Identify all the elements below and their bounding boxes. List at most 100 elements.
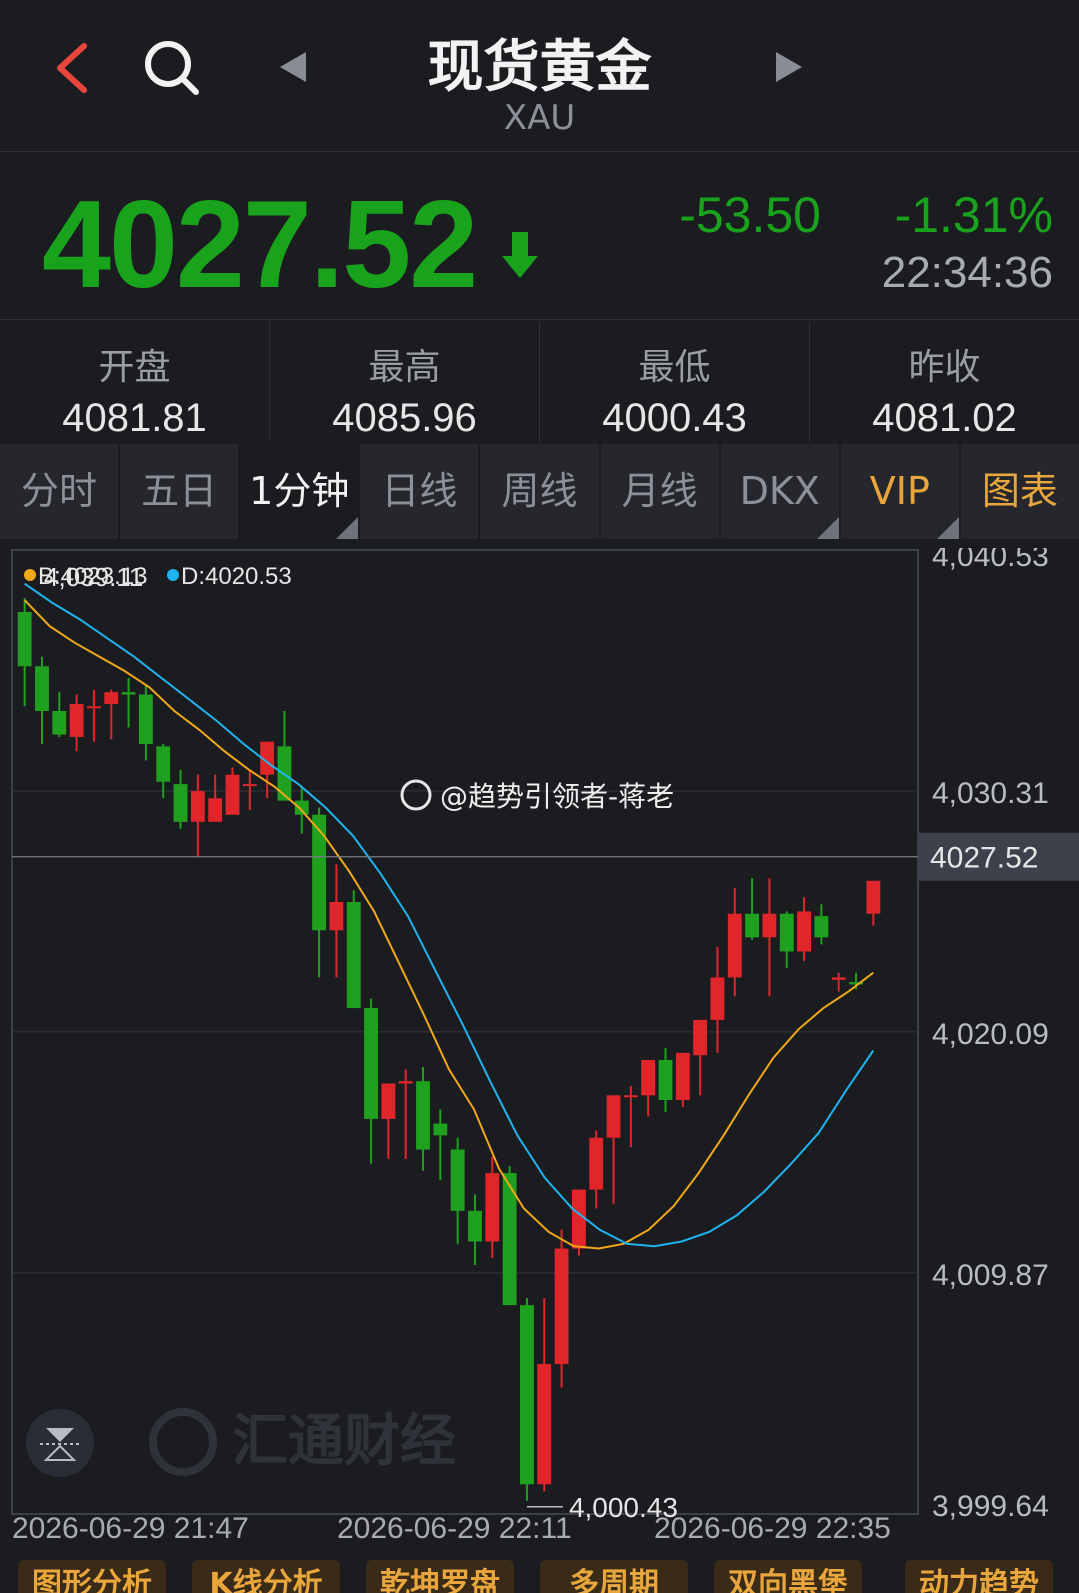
y-tick-label: 4,020.09 — [932, 1018, 1049, 1051]
candle-body — [17, 612, 32, 667]
candle-body — [121, 692, 136, 695]
logo-watermark: 汇通财经 — [232, 1409, 456, 1474]
candle-body — [797, 911, 811, 952]
dropdown-corner-icon — [816, 517, 839, 539]
legend-dot — [167, 569, 179, 581]
tab-label: 1分钟 — [249, 469, 350, 513]
candle-body — [329, 901, 344, 931]
candle-body — [468, 1210, 482, 1242]
stat-high: 最高 4085.96 — [270, 322, 540, 442]
candle-body — [520, 1305, 534, 1485]
tab-period[interactable]: 周线 — [480, 444, 601, 539]
tool-tab[interactable]: 双向黑堡 — [714, 1560, 862, 1593]
tab-period[interactable]: DKX — [721, 444, 841, 539]
tool-tab[interactable]: 多周期 — [540, 1560, 688, 1593]
candle-body — [762, 913, 777, 938]
candle-body — [675, 1052, 690, 1101]
candle-body — [208, 798, 223, 822]
candle-body — [485, 1173, 500, 1242]
candle-body — [156, 746, 171, 782]
tool-tab[interactable]: 乾坤罗盘 — [366, 1560, 514, 1593]
stat-open: 开盘 4081.81 — [0, 322, 270, 442]
candle-body — [138, 694, 153, 745]
candle-body — [416, 1081, 430, 1150]
tab-label: DKX — [739, 469, 820, 513]
stat-label: 最高 — [368, 347, 441, 388]
chart-svg[interactable]: 4,040.534,030.314,020.094,009.873,999.64… — [0, 540, 1079, 1558]
period-tabs: 分时 五日 1分钟 日线 周线 月线 DKX VIP 图表 — [0, 444, 1079, 539]
tab-label: 日线 — [381, 469, 458, 513]
next-symbol-icon[interactable] — [776, 52, 802, 82]
price-change-percent: -1.31% — [894, 187, 1053, 243]
tab-period[interactable]: 1分钟 — [240, 444, 361, 539]
candle-body — [623, 1095, 638, 1098]
legend-label: B:4023.13 — [38, 563, 147, 590]
candle-body — [225, 774, 240, 815]
tab-period[interactable]: 五日 — [120, 444, 241, 539]
candle-body — [294, 800, 309, 815]
tool-tab[interactable]: K线分析 — [192, 1560, 340, 1593]
candle-body — [433, 1123, 448, 1136]
stat-prev-close: 昨收 4081.02 — [810, 322, 1079, 442]
candle-body — [745, 913, 760, 938]
candle-body — [779, 913, 794, 952]
x-tick-label: 2026-06-29 22:35 — [654, 1512, 891, 1545]
tab-label: VIP — [869, 469, 930, 513]
tab-label: 分时 — [21, 469, 98, 513]
candle-body — [190, 791, 205, 822]
candle-body — [381, 1083, 396, 1119]
down-arrow-icon — [502, 232, 538, 278]
tool-tab[interactable]: 图形分析 — [18, 1560, 166, 1593]
stat-label: 最低 — [638, 347, 711, 388]
candle-body — [571, 1189, 586, 1249]
tab-period[interactable]: VIP — [841, 444, 961, 539]
candle-body — [398, 1081, 413, 1084]
candle-body — [693, 1019, 708, 1056]
tab-period[interactable]: 日线 — [360, 444, 481, 539]
x-tick-label: 2026-06-29 21:47 — [12, 1512, 249, 1545]
candle-body — [242, 784, 257, 787]
tab-period[interactable]: 月线 — [601, 444, 721, 539]
candle-body — [87, 706, 101, 709]
candle-body — [450, 1149, 465, 1211]
last-price: 4027.52 — [42, 176, 478, 314]
candle-body — [537, 1364, 552, 1485]
candle-body — [173, 784, 188, 822]
candle-body — [658, 1059, 673, 1101]
price-change: -53.50 — [679, 187, 821, 243]
stat-label: 昨收 — [908, 347, 981, 388]
page-title: 现货黄金 — [427, 35, 652, 100]
tab-period[interactable]: 分时 — [0, 444, 121, 539]
current-price-label: 4027.52 — [930, 842, 1038, 875]
kline-chart[interactable]: 4,040.53 4,030.31 4,020.09 4,009.87 3,999.64… — [0, 540, 1079, 1558]
header: 现货黄金 XAU — [0, 0, 1079, 152]
candle-body — [104, 692, 119, 704]
candle-body — [727, 913, 742, 978]
candle-body — [831, 977, 846, 980]
legend-label: D:4020.53 — [181, 563, 292, 590]
dropdown-corner-icon — [936, 517, 959, 539]
tab-label: 图表 — [981, 469, 1058, 513]
stat-value: 4000.43 — [602, 396, 747, 440]
x-tick-label: 2026-06-29 22:11 — [337, 1512, 572, 1545]
candle-body — [589, 1137, 604, 1190]
candle-body — [69, 703, 84, 737]
tab-period[interactable]: 图表 — [961, 444, 1079, 539]
y-tick-label: 4,040.53 — [932, 548, 1049, 573]
stat-low: 最低 4000.43 — [540, 322, 810, 442]
stat-value: 4081.02 — [872, 396, 1017, 440]
candle-body — [312, 814, 327, 931]
stat-value: 4085.96 — [332, 396, 477, 440]
candle-body — [346, 901, 361, 1009]
tab-label: 五日 — [141, 469, 218, 513]
candle-body — [35, 666, 49, 712]
tool-tab[interactable]: 动力趋势 — [905, 1560, 1053, 1593]
legend-dot — [24, 569, 36, 581]
candle-body — [364, 1008, 378, 1119]
weibo-watermark: @趋势引领者-蒋老 — [440, 780, 674, 813]
logo-watermark-icon — [149, 1408, 217, 1476]
tab-label: 月线 — [621, 469, 698, 513]
candle-body — [641, 1059, 656, 1096]
stat-label: 开盘 — [98, 347, 171, 388]
symbol-code: XAU — [503, 98, 576, 138]
